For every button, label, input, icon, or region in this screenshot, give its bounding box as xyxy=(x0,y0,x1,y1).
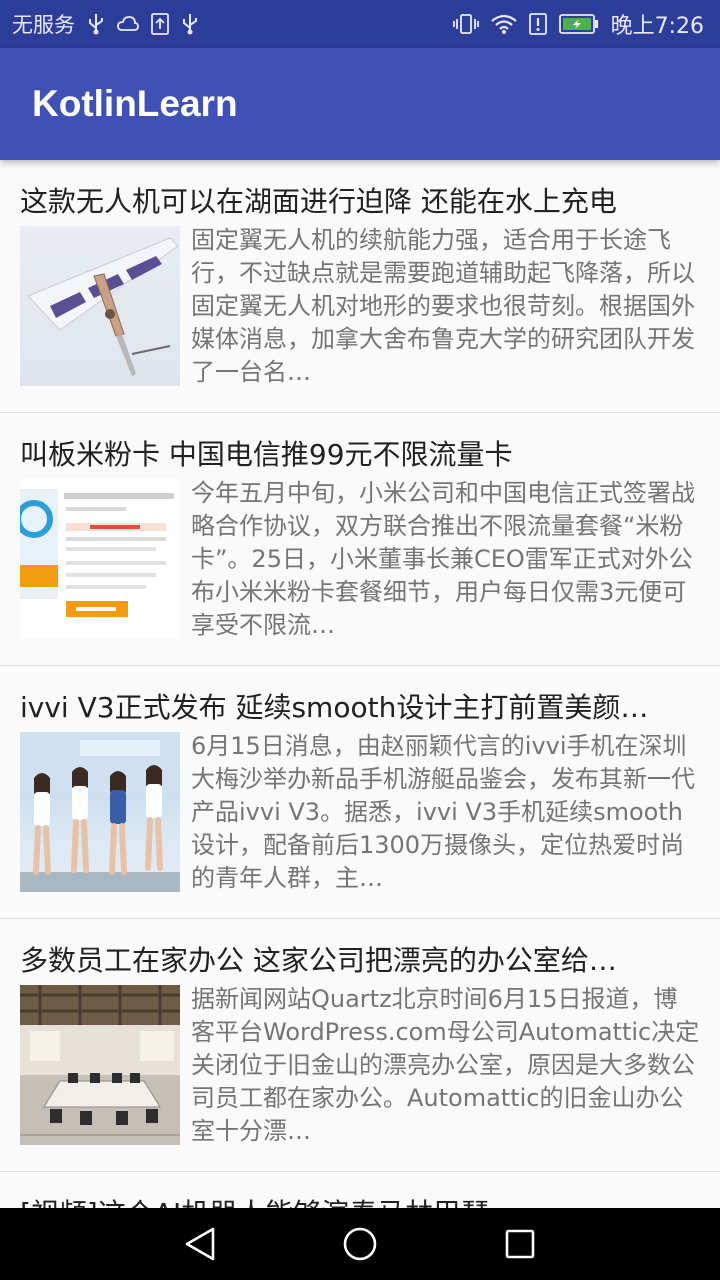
usb-icon xyxy=(87,13,105,35)
news-thumbnail xyxy=(20,985,180,1145)
news-item[interactable]: ivvi V3正式发布 延续smooth设计主打前置美颜… 6月15日消息，由赵… xyxy=(0,666,720,919)
app-title: KotlinLearn xyxy=(32,83,238,124)
status-left: 无服务 xyxy=(12,9,199,39)
news-thumbnail xyxy=(20,732,180,892)
launch-event-image xyxy=(20,732,180,892)
news-body: 今年五月中旬，小米公司和中国电信正式签署战略合作协议，双方联合推出不限流量套餐“… xyxy=(20,477,700,642)
recents-button[interactable] xyxy=(484,1208,556,1280)
news-thumbnail xyxy=(20,479,180,639)
home-icon xyxy=(343,1227,377,1261)
back-button[interactable] xyxy=(164,1208,236,1280)
sim-card-page-image xyxy=(20,479,180,639)
news-title: 叫板米粉卡 中国电信推99元不限流量卡 xyxy=(20,438,513,471)
news-summary: 据新闻网站Quartz北京时间6月15日报道，博客平台WordPress.com… xyxy=(191,985,700,1145)
news-item[interactable]: 叫板米粉卡 中国电信推99元不限流量卡 今年五月中旬，小米公司和中国电信正式签署… xyxy=(0,413,720,666)
upload-icon xyxy=(151,13,169,35)
usb-icon xyxy=(181,13,199,35)
news-list[interactable]: 这款无人机可以在湖面进行迫降 还能在水上充电 固定翼无人机的续航能力强，适合用于… xyxy=(0,160,720,1208)
office-image xyxy=(20,985,180,1145)
news-title: [视频]这个AI机器人能够演奏马林巴琴 xyxy=(20,1194,700,1208)
weather-icon xyxy=(117,15,139,33)
status-bar: 无服务 晚上7:26 xyxy=(0,0,720,48)
news-title: 这款无人机可以在湖面进行迫降 还能在水上充电 xyxy=(20,185,617,218)
alert-icon xyxy=(528,13,547,35)
news-summary: 6月15日消息，由赵丽颖代言的ivvi手机在深圳大梅沙举办新品手机游艇品鉴会，发… xyxy=(191,732,695,892)
news-thumbnail xyxy=(20,226,180,386)
drone-image xyxy=(27,237,179,376)
status-time: 晚上7:26 xyxy=(610,14,704,39)
news-title: ivvi V3正式发布 延续smooth设计主打前置美颜… xyxy=(20,691,649,724)
news-body: 6月15日消息，由赵丽颖代言的ivvi手机在深圳大梅沙举办新品手机游艇品鉴会，发… xyxy=(20,730,700,895)
news-summary: 固定翼无人机的续航能力强，适合用于长途飞行，不过缺点就是需要跑道辅助起飞降落，所… xyxy=(191,226,695,386)
vibrate-icon xyxy=(452,13,479,35)
home-button[interactable] xyxy=(324,1208,396,1280)
news-body: 据新闻网站Quartz北京时间6月15日报道，博客平台WordPress.com… xyxy=(20,983,700,1148)
carrier-label: 无服务 xyxy=(12,13,75,37)
news-title: 多数员工在家办公 这家公司把漂亮的办公室给… xyxy=(20,944,617,977)
navigation-bar xyxy=(0,1208,720,1280)
wifi-icon xyxy=(490,14,517,34)
news-item[interactable]: [视频]这个AI机器人能够演奏马林巴琴 xyxy=(0,1172,720,1208)
news-item[interactable]: 这款无人机可以在湖面进行迫降 还能在水上充电 固定翼无人机的续航能力强，适合用于… xyxy=(0,160,720,413)
back-icon xyxy=(185,1227,215,1261)
battery-icon xyxy=(558,13,599,35)
recents-icon xyxy=(505,1229,535,1259)
news-summary: 今年五月中旬，小米公司和中国电信正式签署战略合作协议，双方联合推出不限流量套餐“… xyxy=(191,479,695,639)
status-right: 晚上7:26 xyxy=(452,8,704,40)
app-bar: KotlinLearn xyxy=(0,48,720,160)
news-item[interactable]: 多数员工在家办公 这家公司把漂亮的办公室给… 据新闻网站Quartz北京时间6月… xyxy=(0,919,720,1172)
news-body: 固定翼无人机的续航能力强，适合用于长途飞行，不过缺点就是需要跑道辅助起飞降落，所… xyxy=(20,224,700,389)
